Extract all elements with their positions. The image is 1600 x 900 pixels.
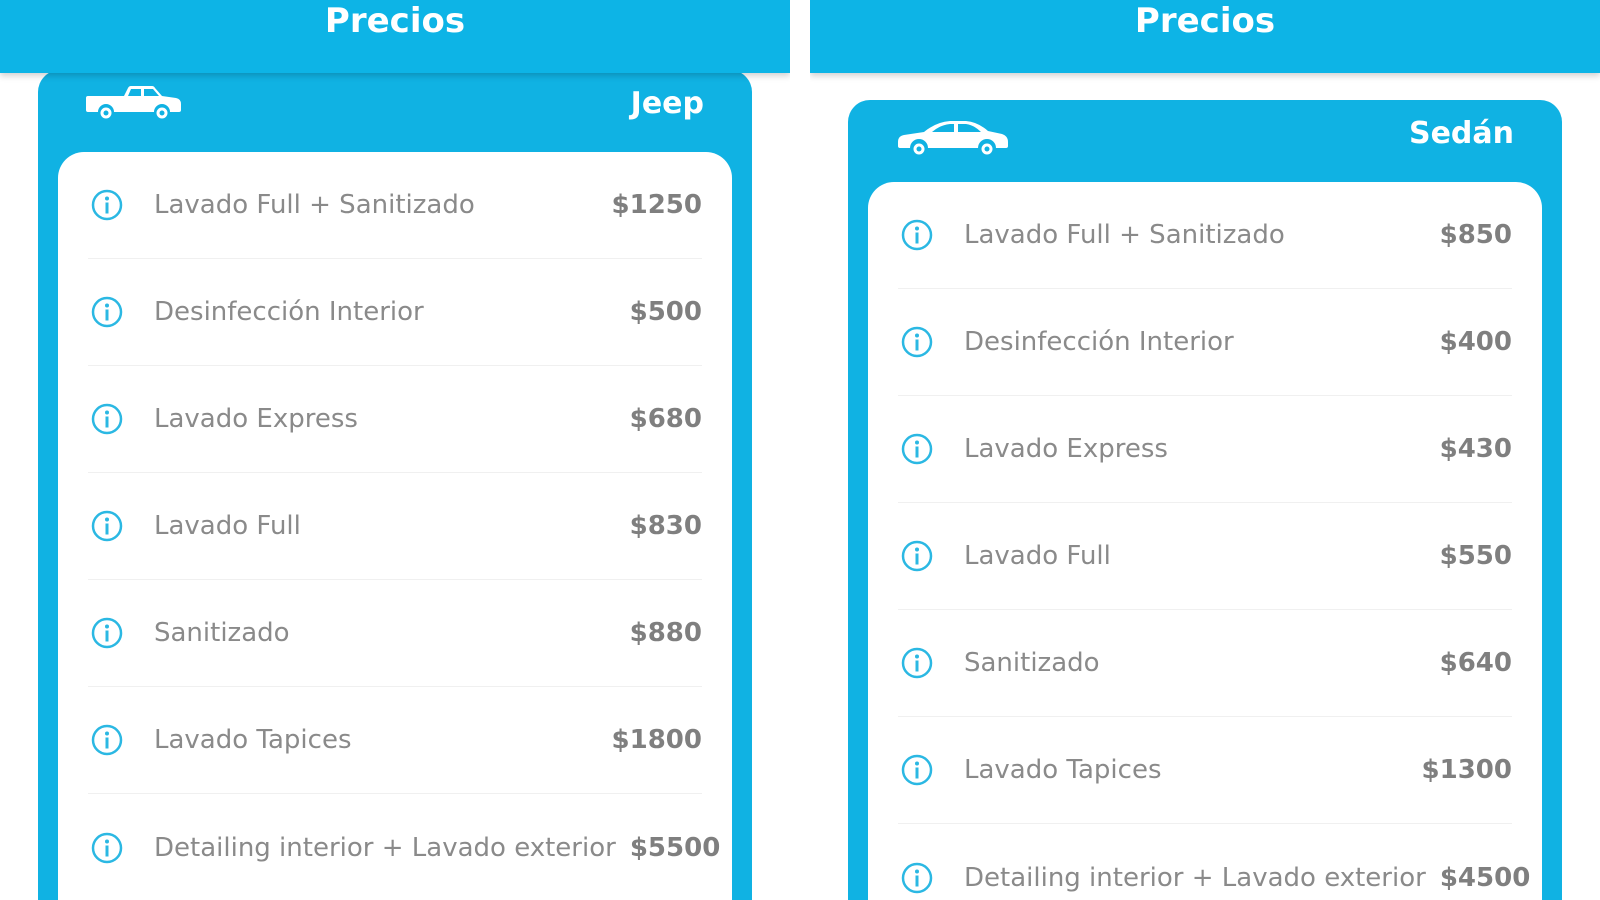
service-price: $640 [1439, 648, 1512, 678]
sedan-icon [898, 121, 1008, 157]
list-item[interactable]: Desinfección Interior $400 [898, 289, 1512, 396]
page-title: Precios [1134, 1, 1276, 41]
service-price: $400 [1439, 327, 1512, 357]
info-icon[interactable] [900, 432, 934, 466]
card-header: Jeep [38, 70, 752, 152]
service-name: Desinfección Interior [154, 297, 424, 327]
service-name: Lavado Full [964, 541, 1111, 571]
list-item[interactable]: Lavado Full + Sanitizado $850 [898, 182, 1512, 289]
list-item[interactable]: Lavado Tapices $1800 [88, 687, 702, 794]
list-item[interactable]: Lavado Full + Sanitizado $1250 [88, 152, 702, 259]
list-item[interactable]: Lavado Express $430 [898, 396, 1512, 503]
header-bar: Precios [0, 0, 790, 73]
info-icon[interactable] [90, 509, 124, 543]
info-icon[interactable] [90, 402, 124, 436]
info-icon[interactable] [900, 539, 934, 573]
service-price: $500 [629, 297, 702, 327]
header-bar: Precios [810, 0, 1600, 73]
service-name: Lavado Express [154, 404, 358, 434]
price-card: Jeep Lavado Full + Sanitizado $1250 Desi… [38, 70, 752, 900]
service-name: Detailing interior + Lavado exterior [964, 862, 1426, 893]
service-name: Lavado Full + Sanitizado [154, 190, 475, 220]
price-screen-sedan: Precios Sedán Lavado Full + Sanitizado $… [810, 0, 1600, 900]
screen-divider [790, 0, 810, 900]
service-name: Detailing interior + Lavado exterior [154, 832, 616, 863]
info-icon[interactable] [90, 831, 124, 865]
list-item[interactable]: Sanitizado $640 [898, 610, 1512, 717]
list-item[interactable]: Lavado Express $680 [88, 366, 702, 473]
info-icon[interactable] [90, 616, 124, 650]
service-name: Lavado Full + Sanitizado [964, 220, 1285, 250]
service-name: Lavado Tapices [964, 755, 1162, 785]
info-icon[interactable] [900, 218, 934, 252]
list-item[interactable]: Lavado Full $550 [898, 503, 1512, 610]
service-price: $1300 [1421, 755, 1512, 785]
price-screen-jeep: Precios Jeep Lavado Full + Sanitizado $1… [0, 0, 790, 900]
service-price: $880 [629, 618, 702, 648]
service-name: Desinfección Interior [964, 327, 1234, 357]
price-list: Lavado Full + Sanitizado $850 Desinfecci… [868, 182, 1542, 900]
service-price: $430 [1439, 434, 1512, 464]
service-name: Sanitizado [154, 618, 290, 648]
service-price: $1250 [611, 190, 702, 220]
vehicle-type-label: Sedán [1408, 116, 1514, 151]
info-icon[interactable] [90, 188, 124, 222]
price-list: Lavado Full + Sanitizado $1250 Desinfecc… [58, 152, 732, 900]
info-icon[interactable] [90, 295, 124, 329]
info-icon[interactable] [90, 723, 124, 757]
list-item[interactable]: Lavado Full $830 [88, 473, 702, 580]
pickup-icon [86, 86, 181, 121]
service-price: $830 [629, 511, 702, 541]
list-item[interactable]: Lavado Tapices $1300 [898, 717, 1512, 824]
list-item[interactable]: Sanitizado $880 [88, 580, 702, 687]
info-icon[interactable] [900, 325, 934, 359]
list-item[interactable]: Detailing interior + Lavado exterior $45… [898, 824, 1530, 900]
vehicle-type-label: Jeep [630, 86, 704, 121]
service-price: $1800 [611, 725, 702, 755]
info-icon[interactable] [900, 646, 934, 680]
service-price: $5500 [629, 832, 721, 863]
service-price: $550 [1439, 541, 1512, 571]
service-name: Lavado Full [154, 511, 301, 541]
service-price: $4500 [1439, 862, 1531, 893]
page-title: Precios [324, 1, 466, 41]
list-item[interactable]: Detailing interior + Lavado exterior $55… [88, 794, 720, 900]
service-name: Lavado Tapices [154, 725, 352, 755]
service-name: Lavado Express [964, 434, 1168, 464]
card-header: Sedán [848, 100, 1562, 182]
service-name: Sanitizado [964, 648, 1100, 678]
service-price: $850 [1439, 220, 1512, 250]
price-card: Sedán Lavado Full + Sanitizado $850 Desi… [848, 100, 1562, 900]
service-price: $680 [629, 404, 702, 434]
info-icon[interactable] [900, 753, 934, 787]
info-icon[interactable] [900, 861, 934, 895]
list-item[interactable]: Desinfección Interior $500 [88, 259, 702, 366]
